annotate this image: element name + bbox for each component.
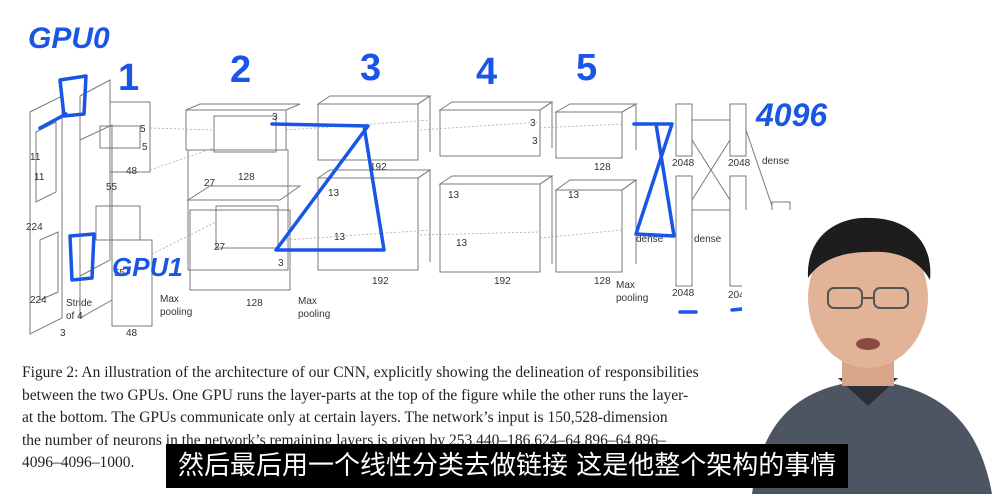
c5-depth-label: 128 <box>594 276 611 287</box>
fc-size-handwriting: 4096 <box>755 97 827 133</box>
kernel-label: 11 <box>30 152 41 163</box>
c1-kernel-label: 5 <box>140 124 146 135</box>
c1-kernel-label: 5 <box>142 142 148 153</box>
c2-kernel-label: 3 <box>278 258 284 269</box>
c4-depth-label: 192 <box>494 276 511 287</box>
dense-label: dense <box>694 234 722 245</box>
input-channels-label: 3 <box>60 328 66 339</box>
layer-number: 1 <box>118 57 139 99</box>
c2-spatial-label: 27 <box>204 178 216 189</box>
input-height-label: 224 <box>26 222 43 233</box>
layer-number: 5 <box>576 47 597 89</box>
kernel-label: 11 <box>34 172 45 183</box>
gpu1-handwriting: GPU1 <box>112 252 183 282</box>
fc-size-label: 2048 <box>672 288 695 299</box>
kernel-label: 3 <box>532 136 538 147</box>
gpu1-marker <box>68 232 96 282</box>
conv5-top <box>555 111 623 159</box>
input-width-label: 224 <box>30 295 47 306</box>
c1-depth-label: 48 <box>126 328 138 339</box>
c2-depth-label: 128 <box>238 172 255 183</box>
c3-spatial-label: 13 <box>334 232 346 243</box>
layer-number: 4 <box>476 51 497 93</box>
layer-number: 2 <box>230 49 251 91</box>
gpu0-marker <box>58 74 88 118</box>
c5-depth-label: 128 <box>594 162 611 173</box>
c3-depth-label: 192 <box>372 276 389 287</box>
conv4-top <box>439 109 541 157</box>
c2-depth-label: 128 <box>246 298 263 309</box>
cross-connection-marker <box>270 122 386 252</box>
c4-spatial-label: 13 <box>456 238 468 249</box>
kernel-label: 3 <box>530 118 536 129</box>
video-subtitle: 然后最后用一个线性分类去做链接 这是他整个架构的事情 <box>166 444 849 488</box>
c1-spatial-label: 55 <box>106 182 118 193</box>
fc1-top <box>675 103 693 157</box>
max-pooling-label: Max pooling <box>616 280 648 304</box>
caption-line: at the bottom. The GPUs communicate only… <box>22 409 668 426</box>
caption-line: between the two GPUs. One GPU runs the l… <box>22 386 689 404</box>
max-pooling-label: Max pooling <box>160 294 192 318</box>
dense-label: dense <box>762 156 790 167</box>
video-frame: 11 11 224 224 3 Stride of 4 55 55 48 48 5… <box>0 0 996 494</box>
c5-spatial-label: 13 <box>568 190 580 201</box>
c2-kernel-label: 3 <box>272 112 278 123</box>
caption-line: Figure 2: An illustration of the archite… <box>22 364 699 381</box>
c4-spatial-label: 13 <box>448 190 460 201</box>
c3-spatial-label: 13 <box>328 188 340 199</box>
fc2-top <box>729 103 747 157</box>
gpu0-handwriting: GPU0 <box>28 22 110 55</box>
fc-size-label: 2048 <box>728 158 751 169</box>
dense-cross-marker <box>632 122 676 238</box>
fc-size-label: 2048 <box>672 158 695 169</box>
c1-depth-label: 48 <box>126 166 138 177</box>
fc1-bottom <box>675 175 693 287</box>
max-pooling-label: Max pooling <box>298 296 330 320</box>
stride-label: Stride of 4 <box>66 298 93 322</box>
layer-number: 3 <box>360 47 381 89</box>
c2-spatial-label: 27 <box>214 242 226 253</box>
